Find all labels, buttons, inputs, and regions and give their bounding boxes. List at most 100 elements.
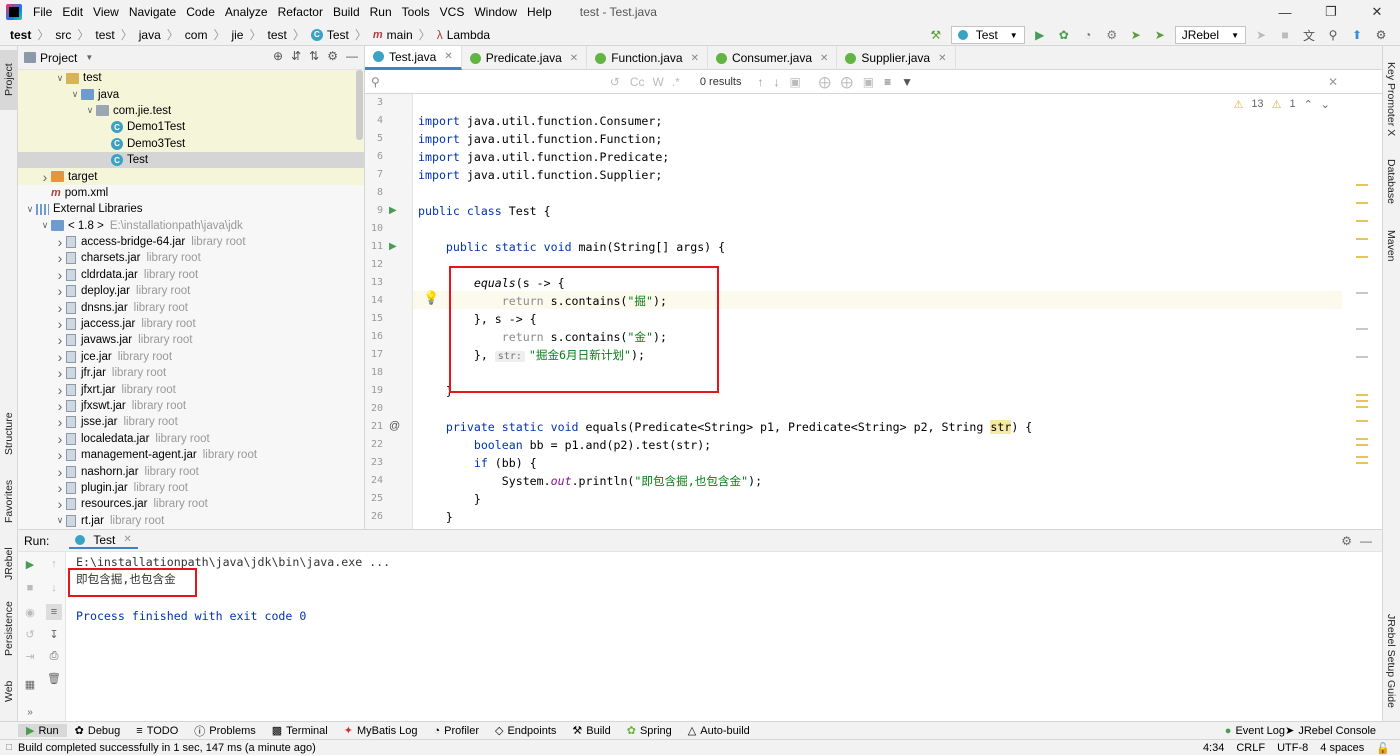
breadcrumb-src[interactable]: src: [55, 28, 71, 42]
select-all-occurrences-icon[interactable]: ▣: [863, 75, 874, 89]
breadcrumb-jie[interactable]: jie: [231, 28, 243, 42]
add-occurrence-icon[interactable]: ⨁: [819, 75, 831, 89]
regex-history-icon[interactable]: ↺: [610, 75, 620, 89]
close-tab-icon[interactable]: ✕: [123, 534, 131, 545]
search-icon[interactable]: ⚲: [1324, 26, 1342, 44]
tool-tab-web[interactable]: Web: [0, 671, 18, 711]
tree-item[interactable]: › access-bridge-64.jar library root: [18, 234, 364, 250]
run-method-gutter-icon[interactable]: ▶: [389, 241, 397, 252]
breadcrumb-com[interactable]: com: [185, 28, 208, 42]
scroll-to-end-icon[interactable]: ↧: [46, 626, 62, 642]
bottom-tab-problems[interactable]: ⓘ Problems: [186, 723, 263, 739]
menu-tools[interactable]: Tools: [397, 0, 435, 24]
tool-tab-structure[interactable]: Structure: [0, 401, 18, 466]
menu-code[interactable]: Code: [181, 0, 220, 24]
stop-icon[interactable]: ■: [1276, 26, 1294, 44]
rerun-icon[interactable]: ▶: [22, 556, 38, 572]
menu-window[interactable]: Window: [469, 0, 522, 24]
lock-icon[interactable]: 🔓: [1376, 742, 1390, 755]
close-tab-icon[interactable]: ✕: [820, 53, 828, 64]
debug-icon[interactable]: ✿: [1055, 26, 1073, 44]
camera-icon[interactable]: ◉: [22, 604, 38, 620]
close-icon[interactable]: ✕: [1354, 0, 1400, 24]
hide-icon[interactable]: —: [346, 49, 358, 63]
exit-icon[interactable]: ⇥: [22, 648, 38, 664]
tree-item[interactable]: C Test: [18, 151, 364, 169]
filter-options-icon[interactable]: ≡: [884, 75, 891, 89]
tool-tab-project[interactable]: Project: [0, 50, 18, 110]
chevron-right-icon[interactable]: ›: [54, 300, 66, 316]
tree-item[interactable]: › jfr.jar library root: [18, 365, 364, 381]
tree-item[interactable]: C Demo3Test: [18, 135, 364, 152]
tree-item[interactable]: ∨ < 1.8 > E:\installationpath\java\jdk: [18, 218, 364, 234]
next-occurrence-icon[interactable]: ↓: [773, 75, 779, 89]
whole-words-toggle[interactable]: W: [653, 75, 664, 89]
chevron-right-icon[interactable]: ›: [39, 169, 51, 185]
code-editor[interactable]: ▶ ▶ @ 💡 3 4 5 6 7 8 9 10 11 12 13 14 15 16 17 18 19 20 21 2…: [365, 94, 1382, 529]
search-input[interactable]: [380, 74, 610, 90]
collapse-all-icon[interactable]: ⇅: [309, 49, 319, 63]
tool-tab-jrebel-setup[interactable]: JRebel Setup Guide: [1382, 611, 1400, 711]
close-tab-icon[interactable]: ✕: [444, 51, 452, 62]
tree-item[interactable]: C Demo1Test: [18, 119, 364, 136]
remove-occurrence-icon[interactable]: ⨁: [841, 75, 853, 89]
tree-item[interactable]: › javaws.jar library root: [18, 332, 364, 348]
jrebel-select[interactable]: JRebel ▼: [1174, 26, 1246, 44]
chevron-right-icon[interactable]: ›: [54, 447, 66, 463]
tree-item[interactable]: ∨ java: [18, 86, 364, 103]
chevron-right-icon[interactable]: ›: [54, 283, 66, 299]
soft-wrap-icon[interactable]: ≡: [46, 604, 62, 620]
close-tab-icon[interactable]: ✕: [691, 53, 699, 64]
chevron-right-icon[interactable]: ›: [54, 431, 66, 447]
tree-item[interactable]: › target: [18, 168, 364, 185]
more-icon[interactable]: »: [22, 704, 38, 720]
bottom-tab-mybatis-log[interactable]: ✦ MyBatis Log: [336, 724, 426, 738]
close-tab-icon[interactable]: ✕: [570, 53, 578, 64]
bottom-tab-run[interactable]: ▶ Run: [18, 724, 67, 737]
chevron-right-icon[interactable]: ›: [54, 250, 66, 266]
menu-navigate[interactable]: Navigate: [124, 0, 181, 24]
editor-tab[interactable]: Function.java ✕: [587, 46, 708, 70]
tree-item[interactable]: › jfxswt.jar library root: [18, 398, 364, 414]
close-tab-icon[interactable]: ✕: [938, 53, 946, 64]
caret-position[interactable]: 4:34: [1203, 742, 1224, 754]
chevron-right-icon[interactable]: ›: [54, 496, 66, 512]
build-hammer-icon[interactable]: ⚒: [927, 26, 945, 44]
tree-item[interactable]: m pom.xml: [18, 185, 364, 201]
breadcrumb-project[interactable]: test: [10, 28, 31, 42]
editor-tab[interactable]: Predicate.java ✕: [462, 46, 588, 70]
menu-help[interactable]: Help: [522, 0, 557, 24]
tree-item[interactable]: › deploy.jar library root: [18, 283, 364, 299]
bottom-tab-auto-build[interactable]: △ Auto-build: [680, 724, 758, 738]
coverage-icon[interactable]: ◔: [1079, 26, 1097, 44]
chevron-down-icon[interactable]: ∨: [54, 515, 66, 526]
menu-analyze[interactable]: Analyze: [220, 0, 273, 24]
breadcrumb-lambda[interactable]: Lambda: [447, 28, 490, 42]
project-panel-title[interactable]: Project: [40, 51, 77, 65]
chevron-up-icon[interactable]: ⌃: [1304, 98, 1313, 111]
event-log-button[interactable]: ● Event Log: [1225, 725, 1285, 737]
chevron-right-icon[interactable]: ›: [54, 382, 66, 398]
chevron-right-icon[interactable]: ›: [54, 414, 66, 430]
tree-item[interactable]: › plugin.jar library root: [18, 480, 364, 496]
tree-item[interactable]: › jsse.jar library root: [18, 414, 364, 430]
tree-item[interactable]: › cldrdata.jar library root: [18, 267, 364, 283]
trash-icon[interactable]: 🗑: [46, 670, 62, 686]
menu-view[interactable]: View: [88, 0, 124, 24]
chevron-down-icon[interactable]: ∨: [54, 73, 66, 84]
inspection-widget[interactable]: ⚠ 13 ⚠ 1 ⌃ ⌄: [1233, 98, 1330, 111]
bottom-tab-terminal[interactable]: ▩ Terminal: [264, 724, 336, 738]
tree-item[interactable]: ∨ rt.jar library root: [18, 513, 364, 529]
jrebel-console-button[interactable]: ➤ JRebel Console: [1285, 724, 1376, 738]
run-tab-test[interactable]: Test ✕: [69, 533, 138, 549]
breadcrumb-test[interactable]: test: [95, 28, 114, 42]
status-message[interactable]: Build completed successfully in 1 sec, 1…: [18, 742, 316, 754]
settings-icon[interactable]: ⚙: [1372, 26, 1390, 44]
tree-item[interactable]: › resources.jar library root: [18, 496, 364, 512]
attach-icon[interactable]: ➤: [1252, 26, 1270, 44]
menu-refactor[interactable]: Refactor: [273, 0, 328, 24]
stop-icon[interactable]: ■: [22, 580, 38, 596]
tree-item[interactable]: ∨ com.jie.test: [18, 102, 364, 120]
editor-tab[interactable]: Consumer.java ✕: [708, 46, 838, 70]
tree-item[interactable]: › jce.jar library root: [18, 349, 364, 365]
